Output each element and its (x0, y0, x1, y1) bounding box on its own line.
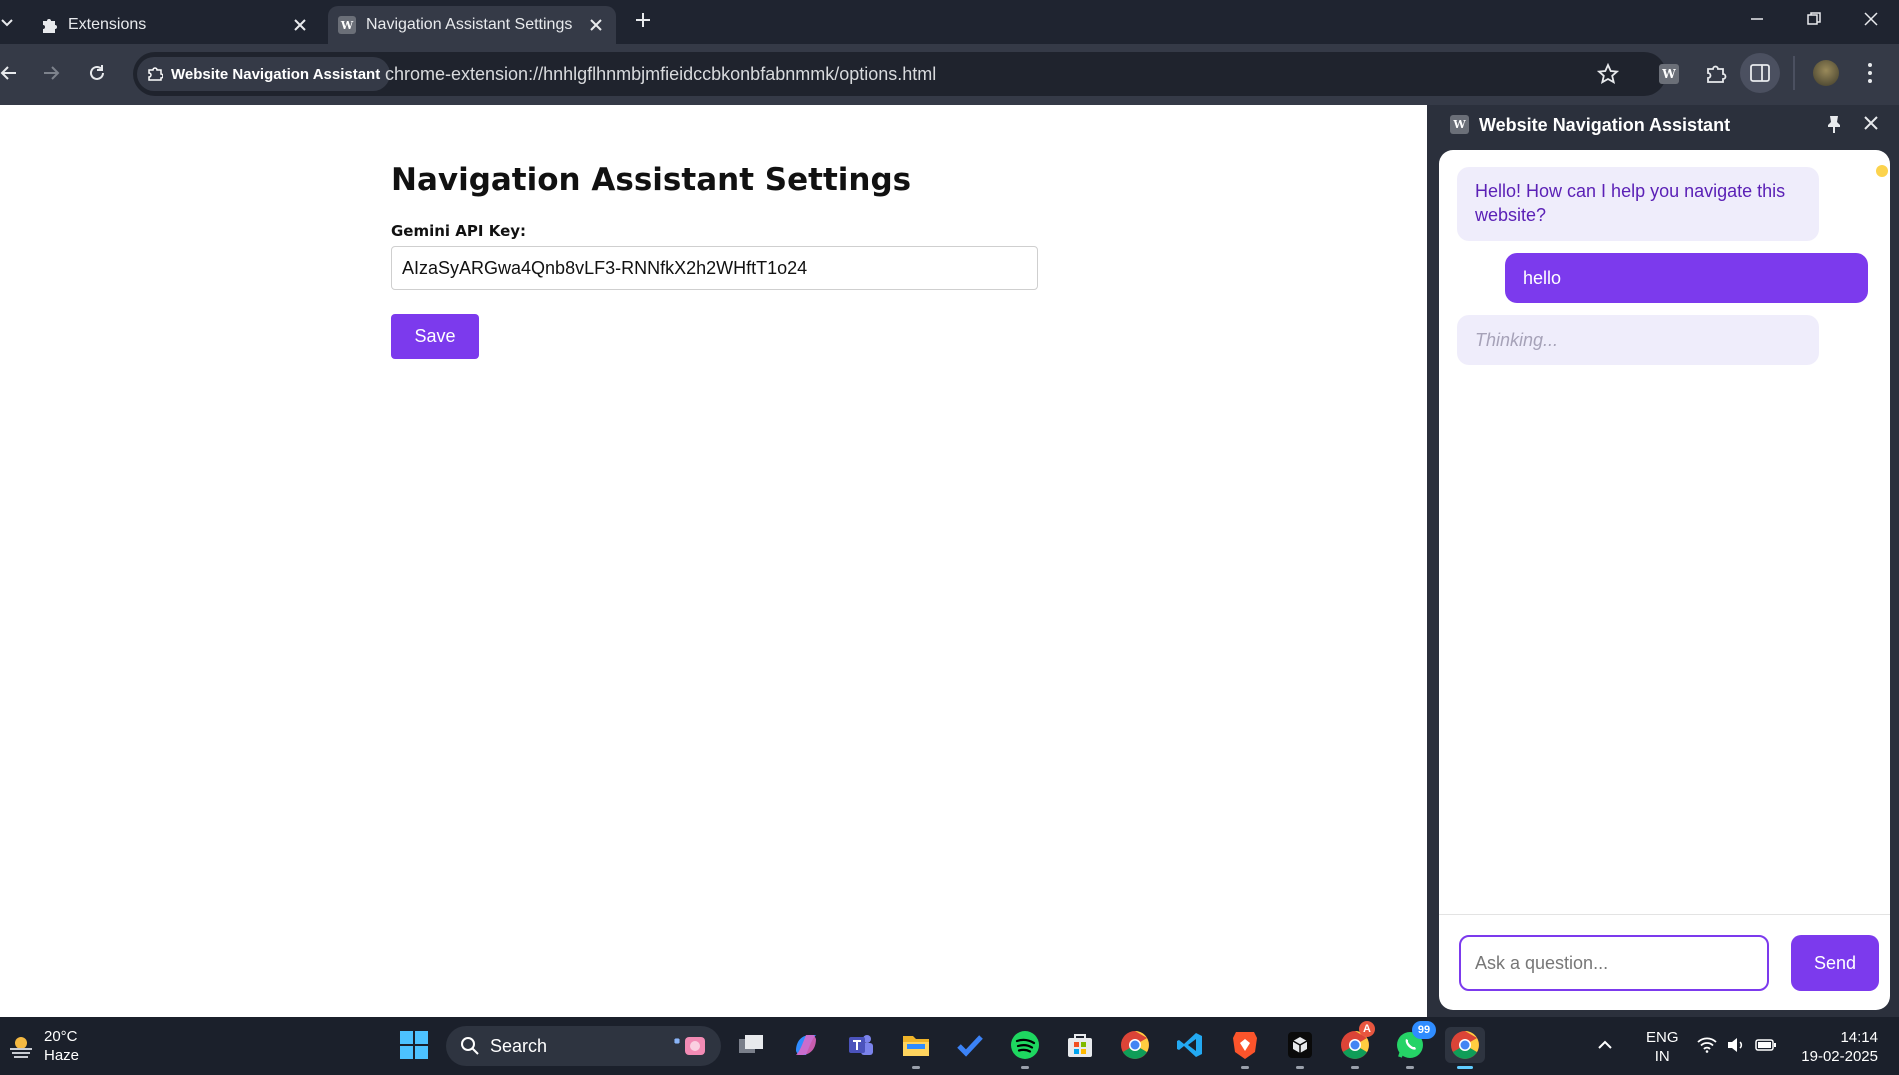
w-extension-icon: W (338, 16, 356, 34)
extensions-puzzle-icon[interactable] (1705, 63, 1727, 85)
active-indicator (1457, 1066, 1473, 1069)
file-explorer-icon[interactable] (898, 1027, 934, 1069)
language-indicator[interactable]: ENG IN (1646, 1028, 1679, 1066)
w-extension-icon: W (1450, 115, 1469, 134)
start-windows-icon[interactable] (396, 1027, 432, 1063)
side-panel: W Website Navigation Assistant Hello! Ho… (1427, 105, 1899, 1017)
close-panel-icon[interactable] (1863, 115, 1879, 131)
forward-arrow-icon[interactable] (42, 64, 60, 82)
chat-window: Hello! How can I help you navigate this … (1439, 150, 1890, 1010)
tab-search-chevron-icon[interactable] (0, 12, 14, 32)
bookmark-star-icon[interactable] (1597, 63, 1619, 85)
status-indicator-dot (1876, 165, 1888, 177)
clock-date: 19-02-2025 (1801, 1048, 1878, 1065)
clock-time: 14:14 (1840, 1029, 1878, 1046)
new-tab-plus-icon[interactable] (633, 10, 653, 30)
task-view-icon[interactable] (733, 1027, 769, 1063)
teams-icon[interactable] (843, 1027, 879, 1063)
close-window-icon[interactable] (1862, 10, 1880, 28)
puzzle-icon (40, 16, 58, 34)
weather-desc: Haze (44, 1047, 80, 1064)
brave-icon[interactable] (1227, 1027, 1263, 1069)
extension-icon (147, 66, 163, 82)
weather-widget[interactable]: 20°C Haze (8, 1027, 79, 1065)
assistant-message: Hello! How can I help you navigate this … (1457, 167, 1819, 241)
lang-line2: IN (1654, 1048, 1670, 1065)
weather-haze-icon (8, 1033, 34, 1059)
chrome-icon[interactable] (1117, 1027, 1153, 1063)
running-indicator (1296, 1066, 1304, 1069)
tab-label: Extensions (68, 16, 147, 33)
weather-temp: 20°C (44, 1028, 78, 1045)
address-bar[interactable]: Website Navigation Assistant chrome-exte… (133, 52, 1666, 96)
close-tab-icon[interactable] (586, 15, 606, 35)
chrome-profile-icon[interactable]: A (1337, 1021, 1375, 1069)
tray-chevron-icon[interactable] (1596, 1027, 1614, 1063)
spotify-icon[interactable] (1007, 1027, 1043, 1069)
todo-icon[interactable] (952, 1027, 988, 1063)
reload-icon[interactable] (88, 64, 106, 82)
whatsapp-icon[interactable]: 99 (1392, 1021, 1436, 1069)
url-text[interactable]: chrome-extension://hnhlgflhnmbjmfieidccb… (385, 64, 936, 85)
w-extension-toolbar-icon[interactable]: W (1659, 64, 1679, 84)
page-title: Navigation Assistant Settings (391, 162, 912, 198)
tab-extensions[interactable]: Extensions (30, 6, 320, 44)
options-page: Navigation Assistant Settings Gemini API… (0, 105, 1427, 1017)
question-input[interactable] (1459, 935, 1769, 991)
search-label: Search (490, 1035, 548, 1056)
running-indicator (1241, 1066, 1249, 1069)
running-indicator (1021, 1066, 1029, 1069)
search-icon (460, 1036, 480, 1056)
running-indicator (1406, 1066, 1414, 1069)
pin-icon[interactable] (1825, 114, 1843, 134)
running-indicator (912, 1066, 920, 1069)
copilot-icon[interactable] (788, 1027, 824, 1063)
volume-icon[interactable] (1726, 1037, 1746, 1053)
whatsapp-badge: 99 (1412, 1021, 1436, 1039)
profile-avatar[interactable] (1813, 60, 1839, 86)
chrome-profile-badge: A (1359, 1021, 1375, 1037)
vscode-icon[interactable] (1172, 1027, 1208, 1063)
tab-navigation-settings[interactable]: W Navigation Assistant Settings (328, 6, 616, 44)
app-cube-icon[interactable] (1282, 1027, 1318, 1069)
api-key-label: Gemini API Key: (391, 222, 527, 240)
taskbar-search[interactable]: Search (446, 1026, 721, 1066)
browser-toolbar: Website Navigation Assistant chrome-exte… (0, 44, 1899, 105)
back-arrow-icon[interactable] (0, 64, 18, 82)
send-button[interactable]: Send (1791, 935, 1879, 991)
save-button[interactable]: Save (391, 314, 479, 359)
running-indicator (1351, 1066, 1359, 1069)
api-key-input[interactable] (391, 246, 1038, 290)
side-panel-toggle-icon[interactable] (1740, 53, 1780, 93)
tab-strip: Extensions W Navigation Assistant Settin… (0, 0, 1899, 44)
chat-divider (1439, 914, 1890, 915)
more-menu-icon[interactable] (1866, 62, 1874, 84)
site-chip-label: Website Navigation Assistant (171, 65, 381, 83)
thinking-message: Thinking... (1457, 315, 1819, 365)
lang-line1: ENG (1646, 1029, 1679, 1046)
microsoft-store-icon[interactable] (1062, 1027, 1098, 1063)
battery-icon[interactable] (1755, 1037, 1777, 1053)
user-message: hello (1505, 253, 1868, 303)
minimize-icon[interactable] (1748, 10, 1766, 28)
wifi-icon[interactable] (1697, 1037, 1717, 1053)
site-info-chip[interactable]: Website Navigation Assistant (137, 57, 391, 91)
close-tab-icon[interactable] (290, 15, 310, 35)
side-panel-title: Website Navigation Assistant (1479, 115, 1731, 135)
restore-icon[interactable] (1805, 10, 1823, 28)
search-highlight-icon (669, 1033, 709, 1059)
chrome-active-icon[interactable] (1445, 1027, 1485, 1069)
taskbar: 20°C Haze Search A 99 ENG IN 14:14 19-02… (0, 1017, 1899, 1075)
toolbar-divider (1793, 56, 1795, 90)
clock[interactable]: 14:14 19-02-2025 (1790, 1028, 1878, 1066)
tab-label: Navigation Assistant Settings (366, 16, 573, 33)
